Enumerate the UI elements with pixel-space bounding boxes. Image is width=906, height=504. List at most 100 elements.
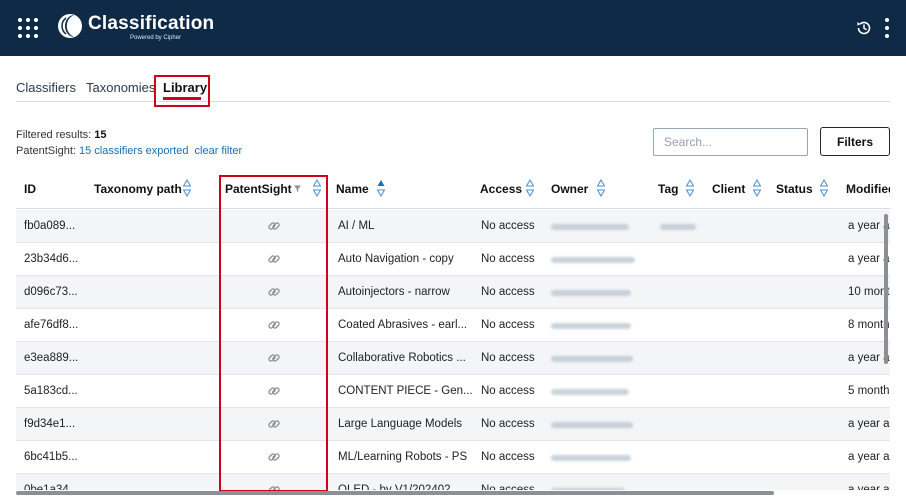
app-header: Classification Powered by Cipher	[0, 0, 906, 56]
owner-redacted	[551, 356, 633, 362]
filtered-results-count: 15	[94, 129, 107, 141]
patentsight-link-icon	[268, 354, 280, 362]
app-subtitle: Powered by Cipher	[130, 35, 182, 41]
cell-name: Large Language Models	[338, 418, 463, 430]
patentsight-link-icon	[268, 387, 280, 395]
cell-name: CONTENT PIECE - Gen...	[338, 385, 473, 397]
cell-access: No access	[481, 352, 535, 364]
column-header-access[interactable]: Access	[480, 182, 522, 196]
table-row[interactable]: fb0a089...AI / MLNo accessa year ago	[16, 210, 890, 243]
sort-icon[interactable]	[597, 179, 605, 197]
table-row[interactable]: 23b34d6... Auto Navigation - copy No acces…	[16, 243, 890, 276]
sort-icon[interactable]	[526, 179, 534, 197]
table-row[interactable]: afe76df8... Coated Abrasives - earl... No …	[16, 309, 890, 342]
owner-redacted	[551, 389, 629, 395]
vertical-scrollbar[interactable]	[884, 214, 888, 364]
owner-redacted	[551, 224, 629, 230]
owner-redacted	[551, 290, 631, 296]
patentsight-link-icon	[268, 255, 280, 263]
owner-redacted	[551, 422, 633, 428]
sort-icon[interactable]	[820, 179, 828, 197]
filtered-results-label: Filtered results:	[16, 129, 92, 141]
library-table: ID Taxonomy path PatentSight Name Access…	[16, 170, 890, 490]
more-options-icon[interactable]	[882, 18, 892, 38]
cell-name: Autoinjectors - narrow	[338, 286, 450, 298]
cell-id: 5a183cd...	[24, 385, 78, 397]
owner-redacted	[551, 488, 625, 490]
classifiers-exported-link[interactable]: 15 classifiers exported	[79, 145, 188, 157]
sort-icon[interactable]	[313, 179, 321, 197]
app-launcher-icon[interactable]	[18, 18, 38, 38]
cell-access: No access	[481, 451, 535, 463]
cell-id: f9d34e1...	[24, 418, 76, 430]
column-header-tag[interactable]: Tag	[658, 182, 678, 196]
cell-access: No access	[481, 418, 535, 430]
active-tab-indicator	[163, 97, 201, 100]
patentsight-link-icon	[268, 222, 280, 230]
tag-redacted	[660, 224, 696, 230]
table-row[interactable]: e3ea889... Collaborative Robotics ... No a…	[16, 342, 890, 375]
cell-modified: a year ago	[848, 418, 890, 430]
tab-classifiers[interactable]: Classifiers	[16, 80, 76, 95]
filters-button[interactable]: Filters	[820, 127, 890, 156]
cell-id: d096c73...	[24, 286, 78, 298]
cell-modified: 5 months ago	[848, 385, 890, 397]
cell-modified: a year ago	[848, 484, 890, 490]
cell-id: 23b34d6...	[24, 253, 79, 265]
tab-library[interactable]: Library	[163, 80, 207, 95]
cell-name: AI / ML	[338, 220, 375, 232]
cell-access: No access	[481, 319, 535, 331]
patentsight-link-icon	[268, 453, 280, 461]
cell-id: 6bc41b5...	[24, 451, 78, 463]
column-header-owner[interactable]: Owner	[551, 182, 588, 196]
cell-id: 0be1a34...	[24, 484, 79, 490]
column-header-modified[interactable]: Modified	[846, 182, 890, 196]
horizontal-scrollbar[interactable]	[16, 491, 774, 495]
cell-modified: a year ago	[848, 451, 890, 463]
sort-icon[interactable]	[183, 179, 191, 197]
cell-name: Collaborative Robotics ...	[338, 352, 466, 364]
table-header: ID Taxonomy path PatentSight Name Access…	[16, 170, 890, 209]
cell-name: Coated Abrasives - earl...	[338, 319, 468, 331]
owner-redacted	[551, 257, 635, 263]
table-row[interactable]: 0be1a34... OLED - by V1/202402... No acces…	[16, 474, 890, 490]
patentsight-link-icon	[268, 288, 280, 296]
cell-access: No access	[481, 484, 535, 490]
sort-ascending-icon[interactable]	[377, 179, 385, 197]
cell-access: No access	[481, 220, 535, 232]
column-header-client[interactable]: Client	[712, 182, 745, 196]
table-row[interactable]: 6bc41b5... ML/Learning Robots - PS No acce…	[16, 441, 890, 474]
cipher-logo-icon	[58, 14, 82, 38]
sort-icon[interactable]	[753, 179, 761, 197]
brand: Classification Powered by Cipher	[88, 13, 215, 41]
column-header-id[interactable]: ID	[24, 182, 36, 196]
column-header-taxonomy-path[interactable]: Taxonomy path	[94, 182, 182, 196]
clear-filter-link[interactable]: clear filter	[195, 145, 243, 157]
column-header-name[interactable]: Name	[336, 182, 369, 196]
owner-redacted	[551, 323, 631, 329]
patentsight-link-icon	[268, 486, 280, 490]
cell-access: No access	[481, 253, 535, 265]
tabs-divider	[16, 101, 890, 102]
cell-name: OLED - by V1/202402...	[338, 484, 461, 490]
cell-id: fb0a089...	[24, 220, 76, 232]
cell-id: afe76df8...	[24, 319, 79, 331]
app-title: Classification	[88, 13, 215, 34]
cell-access: No access	[481, 286, 535, 298]
patentsight-link-icon	[268, 321, 280, 329]
column-header-status[interactable]: Status	[776, 182, 813, 196]
cell-id: e3ea889...	[24, 352, 79, 364]
history-icon[interactable]	[855, 19, 873, 37]
patentsight-link-icon	[268, 420, 280, 428]
owner-redacted	[551, 455, 631, 461]
cell-name: Auto Navigation - copy	[338, 253, 454, 265]
patentsight-label: PatentSight:	[16, 145, 76, 157]
filter-funnel-icon[interactable]	[294, 185, 301, 192]
tab-taxonomies[interactable]: Taxonomies	[86, 80, 155, 95]
column-header-patentsight[interactable]: PatentSight	[225, 182, 292, 196]
table-row[interactable]: 5a183cd... CONTENT PIECE - Gen... No acces…	[16, 375, 890, 408]
sort-icon[interactable]	[686, 179, 694, 197]
table-row[interactable]: d096c73... Autoinjectors - narrow No acces…	[16, 276, 890, 309]
search-input[interactable]	[653, 128, 808, 156]
table-row[interactable]: f9d34e1... Large Language Models No access…	[16, 408, 890, 441]
